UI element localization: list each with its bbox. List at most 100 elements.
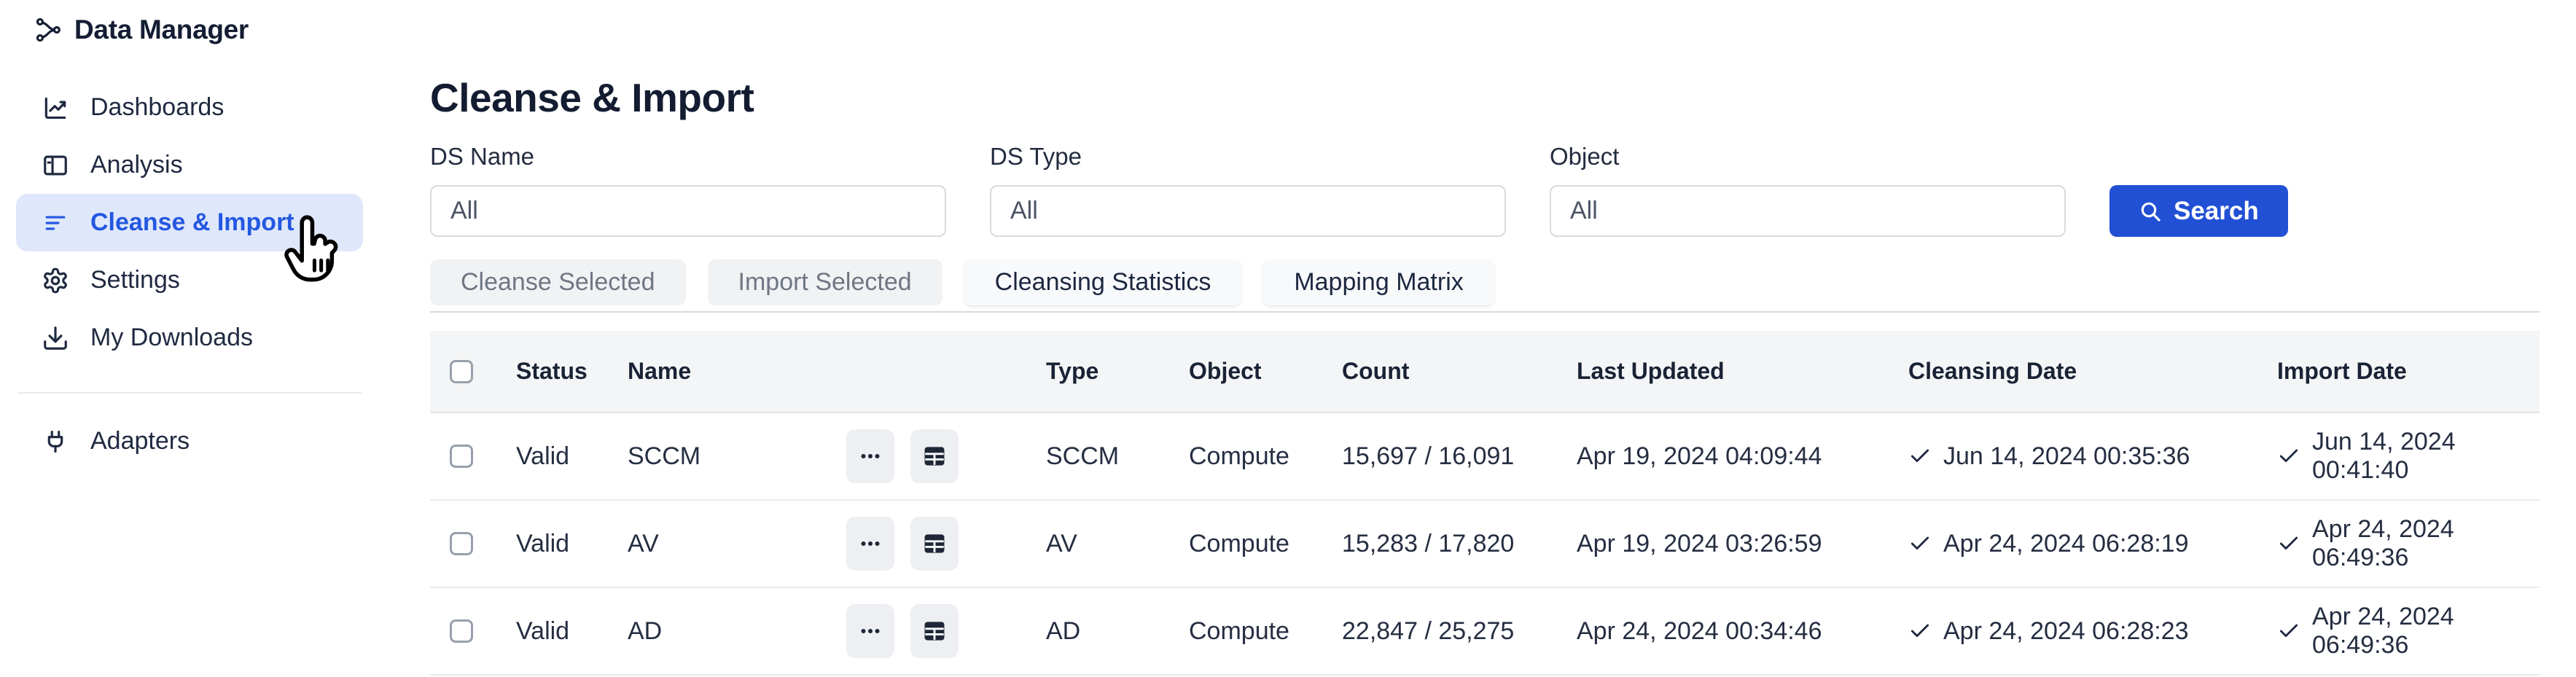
cleansing-date-value: Jun 14, 2024 00:35:36 xyxy=(1943,442,2190,471)
gear-icon xyxy=(41,266,70,295)
name-value: SCCM xyxy=(628,442,846,471)
sidebar-item-label: Cleanse & Import xyxy=(90,208,294,237)
last-updated-value: Apr 19, 2024 04:09:44 xyxy=(1577,442,1908,471)
line-chart-icon xyxy=(41,93,70,122)
object-input[interactable] xyxy=(1550,185,2066,237)
column-header-last-updated: Last Updated xyxy=(1577,358,1908,385)
table-grid-icon xyxy=(921,617,948,645)
count-value: 15,697 / 16,091 xyxy=(1342,442,1577,471)
name-value: AD xyxy=(628,617,846,646)
filter-lines-icon xyxy=(41,208,70,238)
cleansing-date-value: Apr 24, 2024 06:28:23 xyxy=(1943,617,2189,646)
sidebar-divider xyxy=(17,392,362,394)
column-header-count: Count xyxy=(1342,358,1577,385)
object-label: Object xyxy=(1550,143,2066,171)
sidebar-item-dashboards[interactable]: Dashboards xyxy=(16,79,363,136)
row-more-actions-button[interactable] xyxy=(846,429,894,483)
app-logo: Data Manager xyxy=(0,10,379,50)
ellipsis-icon xyxy=(856,530,884,557)
page-title: Cleanse & Import xyxy=(430,76,2540,120)
cleanse-selected-button[interactable]: Cleanse Selected xyxy=(430,259,686,305)
checkmark-icon xyxy=(2277,619,2300,643)
sidebar-item-adapters[interactable]: Adapters xyxy=(16,412,363,470)
checkmark-icon xyxy=(1908,619,1932,643)
ds-type-input[interactable] xyxy=(990,185,1506,237)
import-date-cell: Jun 14, 2024 00:41:40 xyxy=(2277,428,2540,485)
row-select-cell xyxy=(430,619,516,643)
select-row-checkbox[interactable] xyxy=(450,532,473,555)
search-button[interactable]: Search xyxy=(2109,185,2288,237)
ds-type-filter: DS Type xyxy=(990,143,1506,237)
import-date-value: Apr 24, 2024 06:49:36 xyxy=(2312,603,2540,660)
ds-name-input[interactable] xyxy=(430,185,946,237)
row-view-table-button[interactable] xyxy=(910,517,959,571)
ds-name-label: DS Name xyxy=(430,143,946,171)
select-all-checkbox[interactable] xyxy=(450,360,473,383)
type-value: SCCM xyxy=(1046,442,1189,471)
plug-icon xyxy=(41,427,70,456)
ds-type-label: DS Type xyxy=(990,143,1506,171)
select-all-cell xyxy=(430,360,516,383)
sidebar-item-analysis[interactable]: Analysis xyxy=(16,136,363,194)
name-cell: AV xyxy=(628,517,1046,571)
sidebar-item-label: Dashboards xyxy=(90,93,224,122)
sidebar: Data Manager Dashboards xyxy=(0,0,379,677)
row-more-actions-button[interactable] xyxy=(846,517,894,571)
name-value: AV xyxy=(628,530,846,558)
name-cell: SCCM xyxy=(628,429,1046,483)
filter-bar: DS Name DS Type Object Search xyxy=(430,143,2540,237)
row-more-actions-button[interactable] xyxy=(846,604,894,658)
data-manager-logo-icon xyxy=(34,15,63,44)
sidebar-item-label: My Downloads xyxy=(90,324,253,352)
row-select-cell xyxy=(430,532,516,555)
sidebar-item-my-downloads[interactable]: My Downloads xyxy=(16,309,363,367)
count-value: 15,283 / 17,820 xyxy=(1342,530,1577,558)
row-view-table-button[interactable] xyxy=(910,604,959,658)
ellipsis-icon xyxy=(856,617,884,645)
sidebar-item-settings[interactable]: Settings xyxy=(16,251,363,309)
table-row: Valid AV AV Compute 15 xyxy=(430,501,2540,588)
main-content: Cleanse & Import DS Name DS Type Object xyxy=(379,0,2576,677)
object-value: Compute xyxy=(1189,530,1342,558)
column-header-object: Object xyxy=(1189,358,1342,385)
row-view-table-button[interactable] xyxy=(910,429,959,483)
last-updated-value: Apr 24, 2024 00:34:46 xyxy=(1577,617,1908,646)
ds-name-filter: DS Name xyxy=(430,143,946,237)
object-value: Compute xyxy=(1189,442,1342,471)
sidebar-item-label: Adapters xyxy=(90,427,190,455)
layout-panel-icon xyxy=(41,151,70,180)
row-select-cell xyxy=(430,445,516,468)
column-header-status: Status xyxy=(516,358,628,385)
cleansing-statistics-button[interactable]: Cleansing Statistics xyxy=(964,259,1242,305)
select-row-checkbox[interactable] xyxy=(450,445,473,468)
select-row-checkbox[interactable] xyxy=(450,619,473,643)
checkmark-icon xyxy=(2277,532,2300,555)
sidebar-nav: Dashboards Analysis xyxy=(0,79,379,367)
mapping-matrix-button[interactable]: Mapping Matrix xyxy=(1263,259,1494,305)
status-value: Valid xyxy=(516,617,628,646)
sidebar-item-label: Analysis xyxy=(90,151,183,179)
sidebar-item-cleanse-import[interactable]: Cleanse & Import xyxy=(16,194,363,251)
tabs-divider xyxy=(430,311,2540,313)
import-date-value: Apr 24, 2024 06:49:36 xyxy=(2312,515,2540,572)
checkmark-icon xyxy=(1908,445,1932,468)
checkmark-icon xyxy=(1908,532,1932,555)
sidebar-item-label: Settings xyxy=(90,266,180,294)
import-selected-button[interactable]: Import Selected xyxy=(708,259,942,305)
status-value: Valid xyxy=(516,442,628,471)
cleansing-date-cell: Jun 14, 2024 00:35:36 xyxy=(1908,442,2277,471)
search-button-label: Search xyxy=(2174,197,2259,226)
cleansing-date-cell: Apr 24, 2024 06:28:23 xyxy=(1908,617,2277,646)
cleansing-date-cell: Apr 24, 2024 06:28:19 xyxy=(1908,530,2277,558)
column-header-import-date: Import Date xyxy=(2277,358,2540,385)
count-value: 22,847 / 25,275 xyxy=(1342,617,1577,646)
data-sources-table: Status Name Type Object Count Last Updat… xyxy=(430,331,2540,676)
object-value: Compute xyxy=(1189,617,1342,646)
object-filter: Object xyxy=(1550,143,2066,237)
column-header-name: Name xyxy=(628,358,1046,385)
status-value: Valid xyxy=(516,530,628,558)
table-row: Valid AD AD Compute 22 xyxy=(430,588,2540,676)
sidebar-secondary-nav: Adapters xyxy=(0,412,379,470)
type-value: AD xyxy=(1046,617,1189,646)
column-header-type: Type xyxy=(1046,358,1189,385)
